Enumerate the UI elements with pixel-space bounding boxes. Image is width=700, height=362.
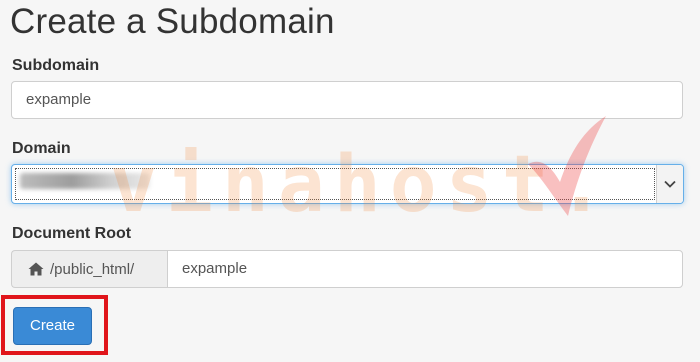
select-dropdown-toggle[interactable] bbox=[656, 165, 683, 203]
document-root-prefix: /public_html/ bbox=[11, 250, 167, 288]
home-icon bbox=[28, 262, 44, 276]
highlight-box bbox=[1, 295, 108, 355]
domain-select[interactable] bbox=[11, 164, 684, 204]
subdomain-input[interactable]: expample bbox=[11, 81, 683, 119]
document-root-prefix-text: /public_html/ bbox=[50, 260, 135, 278]
subdomain-label: Subdomain bbox=[12, 57, 100, 74]
page-title: Create a Subdomain bbox=[10, 2, 335, 41]
chevron-down-icon bbox=[664, 180, 676, 188]
document-root-label: Document Root bbox=[12, 225, 132, 242]
document-root-group: /public_html/ expample bbox=[11, 250, 683, 288]
domain-label: Domain bbox=[12, 140, 71, 157]
document-root-input[interactable]: expample bbox=[167, 250, 683, 288]
domain-selected-value bbox=[20, 173, 150, 189]
